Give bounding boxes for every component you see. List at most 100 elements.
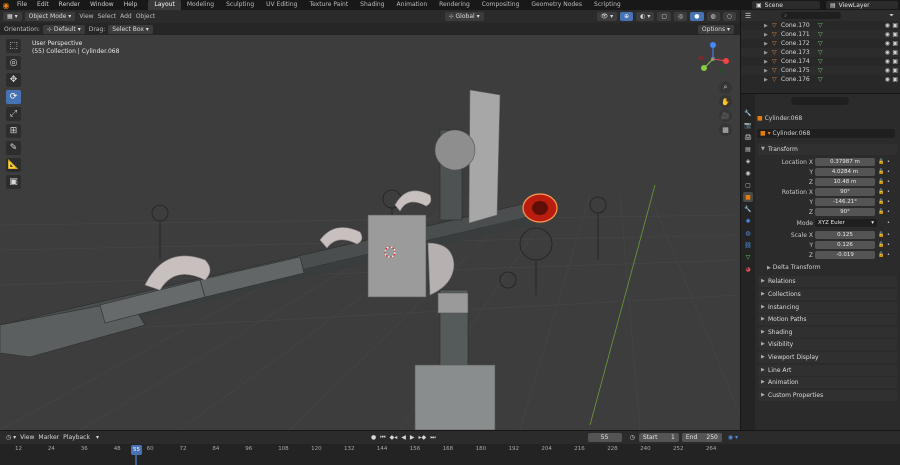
menu-help[interactable]: Help	[119, 0, 143, 10]
tab-sculpting[interactable]: Sculpting	[220, 0, 260, 10]
add-cube-tool-icon[interactable]: ▣	[6, 175, 21, 189]
tool-tab-icon[interactable]: 🔧	[743, 108, 753, 118]
physics-tab-icon[interactable]: ◍	[743, 228, 753, 238]
expand-icon[interactable]: ▶	[764, 41, 772, 47]
eye-icon[interactable]: ◉	[885, 31, 890, 38]
keyframe-dot-icon[interactable]: •	[887, 208, 890, 217]
timeline-menu-marker[interactable]: Marker	[38, 434, 59, 441]
lock-icon[interactable]: 🔓	[878, 208, 884, 217]
view-layer-selector[interactable]: ▤ ViewLayer	[826, 1, 898, 9]
view-layer-tab-icon[interactable]: ▤	[743, 144, 753, 154]
menu-select[interactable]: Select	[98, 13, 117, 20]
xray-toggle[interactable]: ▢	[657, 12, 671, 21]
transform-panel-header[interactable]: ▼ Transform	[758, 144, 897, 155]
shading-panel-header[interactable]: ▶ Shading	[758, 327, 897, 338]
eye-icon[interactable]: ◉	[885, 67, 890, 74]
preview-range-icon[interactable]: ◷	[630, 434, 635, 441]
scene-tab-icon[interactable]: ◈	[743, 156, 753, 166]
rotation-x-field[interactable]: 90°	[815, 188, 875, 196]
location-x-field[interactable]: 0.37987 m	[815, 158, 875, 166]
camera-icon[interactable]: ▣	[892, 49, 898, 56]
scale-y-field[interactable]: 0.126	[815, 241, 875, 249]
menu-view[interactable]: View	[79, 13, 93, 20]
lock-icon[interactable]: 🔓	[878, 158, 884, 167]
scale-z-field[interactable]: -0.019	[815, 251, 875, 259]
expand-icon[interactable]: ▶	[764, 59, 772, 65]
rotation-y-field[interactable]: -146.21°	[815, 198, 875, 206]
eye-icon[interactable]: ◉	[885, 49, 890, 56]
timeline-track[interactable]: 55 12 24 36 48 60 72 84 96 108 120 132 144 156 168 180…	[0, 444, 900, 465]
record-icon[interactable]: ●	[371, 434, 376, 441]
visibility-panel-header[interactable]: ▶ Visibility	[758, 339, 897, 350]
line-art-panel-header[interactable]: ▶ Line Art	[758, 365, 897, 376]
tab-geometry-nodes[interactable]: Geometry Nodes	[525, 0, 588, 10]
current-frame-field[interactable]: 55	[587, 433, 622, 442]
shading-material[interactable]: ◍	[706, 12, 720, 21]
play-icon[interactable]: ▶	[410, 434, 415, 441]
expand-icon[interactable]: ▶	[764, 68, 772, 74]
pan-hand-icon[interactable]: ✋	[719, 95, 732, 108]
rotate-tool-icon[interactable]: ⟳	[6, 90, 21, 104]
delta-transform-subpanel[interactable]: ▶ Delta Transform	[767, 264, 821, 271]
scale-x-field[interactable]: 0.125	[815, 231, 875, 239]
rotation-z-field[interactable]: 90°	[815, 208, 875, 216]
motion-paths-panel-header[interactable]: ▶ Motion Paths	[758, 314, 897, 325]
timeline-editor-icon[interactable]: ◷ ▾	[6, 434, 16, 441]
shading-rendered[interactable]: ○	[722, 12, 736, 21]
keyframe-dot-icon[interactable]: •	[887, 178, 890, 187]
timeline-menu-view[interactable]: View	[20, 434, 34, 441]
list-item[interactable]: ▶ ▽ Cone.176 ▽ ◉ ▣	[741, 75, 900, 84]
camera-view-icon[interactable]: 🎥	[719, 109, 732, 122]
keyframe-dot-icon[interactable]: •	[887, 188, 890, 197]
outliner-search-input[interactable]: ⌕	[781, 12, 842, 19]
menu-file[interactable]: File	[12, 0, 32, 10]
list-item[interactable]: ▶ ▽ Cone.171 ▽ ◉ ▣	[741, 30, 900, 39]
constraints-tab-icon[interactable]: ⛓	[743, 240, 753, 250]
menu-add[interactable]: Add	[120, 13, 132, 20]
menu-window[interactable]: Window	[85, 0, 119, 10]
keyframe-dot-icon[interactable]: •	[887, 168, 890, 177]
annotate-tool-icon[interactable]: ✎	[6, 141, 21, 155]
next-keyframe-icon[interactable]: ▸◆	[419, 434, 427, 441]
3d-viewport[interactable]: ⬚ ◎ ✥ ⟳ ⤢ ⊞ ✎ 📐 ▣ User Perspective (55) …	[0, 35, 740, 430]
lock-icon[interactable]: 🔓	[878, 188, 884, 197]
measure-tool-icon[interactable]: 📐	[6, 158, 21, 172]
expand-icon[interactable]: ▶	[764, 50, 772, 56]
eye-icon[interactable]: ◉	[885, 58, 890, 65]
transform-tool-icon[interactable]: ⊞	[6, 124, 21, 138]
transform-orientation-dropdown[interactable]: ⊹ Global ▾	[444, 12, 484, 21]
eye-icon[interactable]: ◉	[885, 40, 890, 47]
instancing-panel-header[interactable]: ▶ Instancing	[758, 302, 897, 313]
location-y-field[interactable]: 4.0284 m	[815, 168, 875, 176]
camera-icon[interactable]: ▣	[892, 40, 898, 47]
tab-rendering[interactable]: Rendering	[433, 0, 476, 10]
lock-icon[interactable]: 🔓	[878, 231, 884, 240]
location-z-field[interactable]: 10.48 m	[815, 178, 875, 186]
scale-tool-icon[interactable]: ⤢	[6, 107, 21, 121]
editor-type-button[interactable]: ▦ ▾	[3, 12, 22, 21]
list-item[interactable]: ▶ ▽ Cone.172 ▽ ◉ ▣	[741, 39, 900, 48]
options-dropdown[interactable]: Options ▾	[697, 24, 734, 34]
filter-icon[interactable]: ⏷	[889, 12, 894, 20]
camera-icon[interactable]: ▣	[892, 22, 898, 29]
lock-icon[interactable]: 🔓	[878, 251, 884, 260]
playback-dropdown-icon[interactable]: ▾	[96, 434, 99, 441]
keyframe-dot-icon[interactable]: •	[887, 241, 890, 250]
lock-icon[interactable]: 🔓	[878, 178, 884, 187]
render-tab-icon[interactable]: 📷	[743, 120, 753, 130]
lock-icon[interactable]: 🔓	[878, 198, 884, 207]
list-item[interactable]: ▶ ▽ Cone.170 ▽ ◉ ▣	[741, 21, 900, 30]
menu-edit[interactable]: Edit	[32, 0, 54, 10]
menu-object[interactable]: Object	[136, 13, 156, 20]
list-item[interactable]: ▶ ▽ Cone.173 ▽ ◉ ▣	[741, 48, 900, 57]
keyframe-dot-icon[interactable]: •	[887, 158, 890, 167]
lock-icon[interactable]: 🔓	[878, 168, 884, 177]
material-tab-icon[interactable]: ◕	[743, 264, 753, 274]
relations-panel-header[interactable]: ▶ Relations	[758, 276, 897, 287]
output-tab-icon[interactable]: 🖨	[743, 132, 753, 142]
expand-icon[interactable]: ▶	[764, 32, 772, 38]
jump-end-icon[interactable]: ⏭	[430, 434, 435, 442]
tab-layout[interactable]: Layout	[148, 0, 181, 10]
visibility-button[interactable]: 👁 ▾	[596, 12, 618, 21]
expand-icon[interactable]: ▶	[764, 77, 772, 83]
